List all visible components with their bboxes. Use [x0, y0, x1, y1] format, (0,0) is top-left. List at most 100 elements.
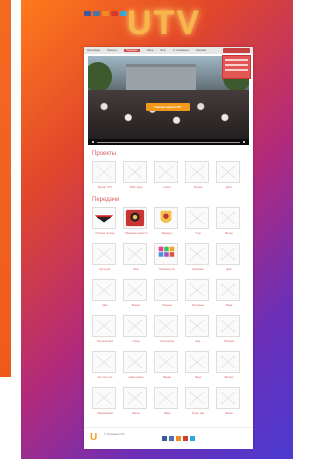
placeholder-icon [189, 283, 205, 297]
tile-item[interactable]: Вечер [216, 207, 240, 235]
placeholder-icon [96, 355, 112, 369]
tile-label: Спорт [163, 186, 171, 189]
tile-label: Спорт дня [191, 412, 205, 415]
hero-badge[interactable]: Смотри эфир UTV [146, 103, 190, 111]
tile-label: Кино [133, 268, 139, 271]
background-strip [0, 0, 11, 377]
tile-item[interactable]: Дом [216, 243, 240, 271]
placeholder-icon [189, 211, 205, 225]
dropdown-menu[interactable] [222, 55, 251, 79]
tile-item[interactable]: Кино [123, 243, 147, 271]
tile-item[interactable]: Мой город [123, 161, 147, 189]
tile-item[interactable]: Авто [92, 279, 116, 307]
nav-item[interactable]: Проекты [107, 49, 117, 52]
tile-item[interactable]: Город [123, 315, 147, 343]
tile-item[interactable]: Бизнес [123, 279, 147, 307]
placeholder-icon [158, 391, 174, 405]
tile-label: Образование [96, 412, 114, 415]
tile-item[interactable]: Культура [92, 243, 116, 271]
menu-item[interactable] [225, 59, 248, 61]
tile-label: Мода [225, 304, 233, 307]
tile-item[interactable]: Проект UTV [92, 161, 116, 189]
tile-label: Проект UTV [97, 186, 113, 189]
tile-item[interactable]: Здоровье [185, 243, 209, 271]
tile-item[interactable]: Еда [185, 315, 209, 343]
placeholder-icon [127, 165, 143, 179]
tile-label: Город [132, 340, 140, 343]
odnoklassniki-icon[interactable] [102, 11, 109, 16]
nav-item[interactable]: Программа [87, 49, 100, 52]
placeholder-icon [189, 319, 205, 333]
tile-item[interactable]: Кто есть кто [92, 351, 116, 379]
menu-item[interactable] [225, 64, 248, 66]
search-input[interactable] [223, 48, 250, 53]
footer-logo[interactable]: U [90, 431, 100, 445]
tile-label: Утро [195, 232, 201, 235]
vk-icon[interactable] [93, 11, 100, 16]
tile-item[interactable]: Прогноз погоды [92, 207, 116, 235]
facebook-icon[interactable] [162, 436, 167, 441]
facebook-icon[interactable] [84, 11, 91, 16]
placeholder-icon [96, 165, 112, 179]
placeholder-icon [96, 391, 112, 405]
tile-label: Авто [102, 304, 108, 307]
placeholder-icon [220, 355, 236, 369]
placeholder-icon [127, 283, 143, 297]
tile-label: Интервью [191, 304, 204, 307]
progress-bar[interactable] [97, 141, 240, 143]
volume-icon[interactable] [243, 141, 245, 143]
tile-item[interactable]: История [216, 315, 240, 343]
tile-label: Выпуск [224, 376, 234, 379]
play-icon[interactable] [92, 141, 94, 143]
tile-label: История [223, 340, 235, 343]
tile-label: Эфир [163, 412, 171, 415]
tile-label: Прогноз погоды [95, 232, 115, 235]
tile-item[interactable]: Маршрут [154, 207, 178, 235]
tile-label: Уфимские новости [124, 232, 148, 235]
shows-title: Передачи [92, 197, 120, 203]
tile-label: Время [163, 376, 171, 379]
placeholder-icon [158, 165, 174, 179]
tile-label: Музыка [162, 304, 172, 307]
tile-item[interactable]: Наша семья [123, 351, 147, 379]
tile-item[interactable]: Мода [216, 279, 240, 307]
nav-item[interactable]: Передачи [124, 49, 140, 52]
tile-item[interactable]: Пятиминутка [154, 243, 178, 271]
tile-item[interactable]: Технологии [154, 315, 178, 343]
nav-item[interactable]: Эфир [147, 49, 154, 52]
odnoklassniki-icon[interactable] [176, 436, 181, 441]
tile-label: Здоровье [192, 268, 204, 271]
emblem-red-icon [125, 209, 145, 227]
menu-item[interactable] [225, 69, 248, 71]
placeholder-icon [96, 247, 112, 261]
tile-item[interactable]: Путешествия [92, 315, 116, 343]
placeholder-icon [189, 391, 205, 405]
hero-controls[interactable] [88, 139, 249, 145]
nav-item[interactable]: Фото [160, 49, 166, 52]
placeholder-icon [220, 319, 236, 333]
tile-item[interactable]: Образование [92, 387, 116, 415]
tile-item[interactable]: Музыка [154, 279, 178, 307]
tile-item[interactable]: Спорт дня [185, 387, 209, 415]
tile-item[interactable]: Утро [185, 207, 209, 235]
nav-item[interactable]: О телеканале [173, 49, 189, 52]
tile-label: Технологии [160, 340, 174, 343]
nav-item[interactable]: Реклама [196, 49, 206, 52]
vk-icon[interactable] [169, 436, 174, 441]
tile-item[interactable]: Эфир [154, 387, 178, 415]
tile-item[interactable]: Дети [216, 161, 240, 189]
tile-item[interactable]: Интервью [185, 279, 209, 307]
tile-item[interactable]: Факты [123, 387, 147, 415]
tile-item[interactable]: Выпуск [216, 351, 240, 379]
tile-item[interactable]: Время [154, 351, 178, 379]
youtube-icon[interactable] [183, 436, 188, 441]
placeholder-icon [127, 355, 143, 369]
tile-item[interactable]: Финал [216, 387, 240, 415]
tile-item[interactable]: Люди [185, 351, 209, 379]
youtube-icon[interactable] [111, 11, 118, 16]
tile-item[interactable]: Регион [185, 161, 209, 189]
tile-item[interactable]: Спорт [154, 161, 178, 189]
tile-item[interactable]: Уфимские новости [123, 207, 147, 235]
twitter-icon[interactable] [190, 436, 195, 441]
utv-logo[interactable]: UTV [120, 5, 208, 41]
